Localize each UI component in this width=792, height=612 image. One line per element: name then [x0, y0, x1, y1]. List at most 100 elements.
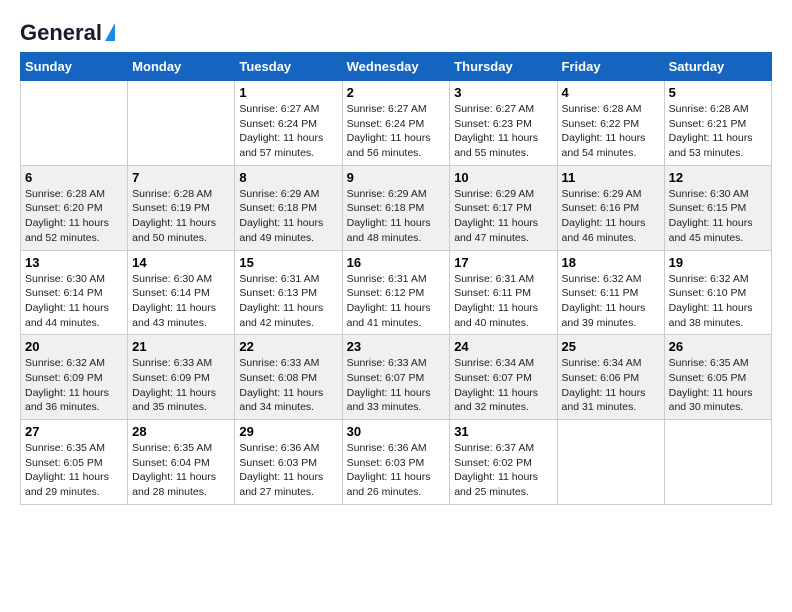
calendar-cell: 9Sunrise: 6:29 AM Sunset: 6:18 PM Daylig… [342, 165, 450, 250]
day-info: Sunrise: 6:32 AM Sunset: 6:09 PM Dayligh… [25, 356, 123, 415]
day-number: 6 [25, 170, 123, 185]
day-number: 11 [562, 170, 660, 185]
day-info: Sunrise: 6:29 AM Sunset: 6:18 PM Dayligh… [239, 187, 337, 246]
logo: General [20, 20, 115, 42]
calendar-cell [128, 81, 235, 166]
day-info: Sunrise: 6:35 AM Sunset: 6:05 PM Dayligh… [25, 441, 123, 500]
calendar-cell: 2 Sunrise: 6:27 AM Sunset: 6:24 PM Daylig… [342, 81, 450, 166]
logo-general: General [20, 20, 102, 46]
page-header: General [20, 20, 772, 42]
calendar-week-2: 6 Sunrise: 6:28 AM Sunset: 6:20 PM Daylig… [21, 165, 772, 250]
day-number: 14 [132, 255, 230, 270]
calendar-cell: 31 Sunrise: 6:37 AM Sunset: 6:02 PM Dayli… [450, 420, 557, 505]
calendar-cell: 19 Sunrise: 6:32 AM Sunset: 6:10 PM Dayli… [664, 250, 771, 335]
calendar-cell: 5 Sunrise: 6:28 AM Sunset: 6:21 PM Daylig… [664, 81, 771, 166]
calendar-week-3: 13 Sunrise: 6:30 AM Sunset: 6:14 PM Dayli… [21, 250, 772, 335]
header-tuesday: Tuesday [235, 53, 342, 81]
day-number: 1 [239, 85, 337, 100]
calendar-cell: 27Sunrise: 6:35 AM Sunset: 6:05 PM Dayli… [21, 420, 128, 505]
day-info: Sunrise: 6:34 AM Sunset: 6:06 PM Dayligh… [562, 356, 660, 415]
day-info: Sunrise: 6:31 AM Sunset: 6:11 PM Dayligh… [454, 272, 552, 331]
day-number: 17 [454, 255, 552, 270]
calendar-cell [664, 420, 771, 505]
calendar-cell: 25 Sunrise: 6:34 AM Sunset: 6:06 PM Dayli… [557, 335, 664, 420]
calendar-cell: 17 Sunrise: 6:31 AM Sunset: 6:11 PM Dayli… [450, 250, 557, 335]
calendar-cell: 18 Sunrise: 6:32 AM Sunset: 6:11 PM Dayli… [557, 250, 664, 335]
day-number: 20 [25, 339, 123, 354]
day-number: 22 [239, 339, 337, 354]
day-info: Sunrise: 6:27 AM Sunset: 6:23 PM Dayligh… [454, 102, 552, 161]
day-info: Sunrise: 6:36 AM Sunset: 6:03 PM Dayligh… [347, 441, 446, 500]
calendar-cell: 30 Sunrise: 6:36 AM Sunset: 6:03 PM Dayli… [342, 420, 450, 505]
calendar-week-4: 20 Sunrise: 6:32 AM Sunset: 6:09 PM Dayli… [21, 335, 772, 420]
day-info: Sunrise: 6:31 AM Sunset: 6:12 PM Dayligh… [347, 272, 446, 331]
calendar-cell: 14 Sunrise: 6:30 AM Sunset: 6:14 PM Dayli… [128, 250, 235, 335]
day-info: Sunrise: 6:30 AM Sunset: 6:14 PM Dayligh… [25, 272, 123, 331]
calendar-cell [557, 420, 664, 505]
day-info: Sunrise: 6:30 AM Sunset: 6:15 PM Dayligh… [669, 187, 767, 246]
day-number: 2 [347, 85, 446, 100]
header-wednesday: Wednesday [342, 53, 450, 81]
day-info: Sunrise: 6:32 AM Sunset: 6:11 PM Dayligh… [562, 272, 660, 331]
day-info: Sunrise: 6:33 AM Sunset: 6:07 PM Dayligh… [347, 356, 446, 415]
day-number: 26 [669, 339, 767, 354]
day-info: Sunrise: 6:37 AM Sunset: 6:02 PM Dayligh… [454, 441, 552, 500]
calendar-week-5: 27Sunrise: 6:35 AM Sunset: 6:05 PM Dayli… [21, 420, 772, 505]
calendar-cell: 10Sunrise: 6:29 AM Sunset: 6:17 PM Dayli… [450, 165, 557, 250]
calendar-cell [21, 81, 128, 166]
calendar-week-1: 1 Sunrise: 6:27 AM Sunset: 6:24 PM Daylig… [21, 81, 772, 166]
day-number: 19 [669, 255, 767, 270]
header-thursday: Thursday [450, 53, 557, 81]
day-number: 24 [454, 339, 552, 354]
header-monday: Monday [128, 53, 235, 81]
day-info: Sunrise: 6:33 AM Sunset: 6:08 PM Dayligh… [239, 356, 337, 415]
day-number: 13 [25, 255, 123, 270]
day-number: 3 [454, 85, 552, 100]
day-info: Sunrise: 6:28 AM Sunset: 6:19 PM Dayligh… [132, 187, 230, 246]
calendar-cell: 23Sunrise: 6:33 AM Sunset: 6:07 PM Dayli… [342, 335, 450, 420]
day-info: Sunrise: 6:28 AM Sunset: 6:22 PM Dayligh… [562, 102, 660, 161]
header-friday: Friday [557, 53, 664, 81]
header-saturday: Saturday [664, 53, 771, 81]
day-number: 31 [454, 424, 552, 439]
day-number: 29 [239, 424, 337, 439]
day-number: 15 [239, 255, 337, 270]
calendar-cell: 11 Sunrise: 6:29 AM Sunset: 6:16 PM Dayli… [557, 165, 664, 250]
calendar-cell: 15 Sunrise: 6:31 AM Sunset: 6:13 PM Dayli… [235, 250, 342, 335]
calendar-cell: 7 Sunrise: 6:28 AM Sunset: 6:19 PM Daylig… [128, 165, 235, 250]
day-info: Sunrise: 6:29 AM Sunset: 6:18 PM Dayligh… [347, 187, 446, 246]
logo-arrow-icon [105, 23, 115, 41]
day-number: 18 [562, 255, 660, 270]
day-number: 28 [132, 424, 230, 439]
day-info: Sunrise: 6:28 AM Sunset: 6:21 PM Dayligh… [669, 102, 767, 161]
day-info: Sunrise: 6:30 AM Sunset: 6:14 PM Dayligh… [132, 272, 230, 331]
calendar-cell: 4Sunrise: 6:28 AM Sunset: 6:22 PM Daylig… [557, 81, 664, 166]
calendar-cell: 13 Sunrise: 6:30 AM Sunset: 6:14 PM Dayli… [21, 250, 128, 335]
calendar-cell: 6 Sunrise: 6:28 AM Sunset: 6:20 PM Daylig… [21, 165, 128, 250]
calendar-header-row: SundayMondayTuesdayWednesdayThursdayFrid… [21, 53, 772, 81]
day-info: Sunrise: 6:27 AM Sunset: 6:24 PM Dayligh… [239, 102, 337, 161]
day-number: 5 [669, 85, 767, 100]
day-number: 30 [347, 424, 446, 439]
calendar-cell: 8 Sunrise: 6:29 AM Sunset: 6:18 PM Daylig… [235, 165, 342, 250]
day-number: 7 [132, 170, 230, 185]
calendar-cell: 1 Sunrise: 6:27 AM Sunset: 6:24 PM Daylig… [235, 81, 342, 166]
day-number: 12 [669, 170, 767, 185]
day-number: 8 [239, 170, 337, 185]
day-info: Sunrise: 6:33 AM Sunset: 6:09 PM Dayligh… [132, 356, 230, 415]
calendar-table: SundayMondayTuesdayWednesdayThursdayFrid… [20, 52, 772, 505]
day-info: Sunrise: 6:35 AM Sunset: 6:05 PM Dayligh… [669, 356, 767, 415]
day-info: Sunrise: 6:34 AM Sunset: 6:07 PM Dayligh… [454, 356, 552, 415]
day-info: Sunrise: 6:31 AM Sunset: 6:13 PM Dayligh… [239, 272, 337, 331]
calendar-cell: 3 Sunrise: 6:27 AM Sunset: 6:23 PM Daylig… [450, 81, 557, 166]
day-info: Sunrise: 6:29 AM Sunset: 6:16 PM Dayligh… [562, 187, 660, 246]
day-info: Sunrise: 6:32 AM Sunset: 6:10 PM Dayligh… [669, 272, 767, 331]
day-info: Sunrise: 6:27 AM Sunset: 6:24 PM Dayligh… [347, 102, 446, 161]
day-number: 10 [454, 170, 552, 185]
day-info: Sunrise: 6:36 AM Sunset: 6:03 PM Dayligh… [239, 441, 337, 500]
calendar-cell: 12 Sunrise: 6:30 AM Sunset: 6:15 PM Dayli… [664, 165, 771, 250]
day-number: 25 [562, 339, 660, 354]
calendar-cell: 28Sunrise: 6:35 AM Sunset: 6:04 PM Dayli… [128, 420, 235, 505]
day-number: 21 [132, 339, 230, 354]
day-info: Sunrise: 6:28 AM Sunset: 6:20 PM Dayligh… [25, 187, 123, 246]
